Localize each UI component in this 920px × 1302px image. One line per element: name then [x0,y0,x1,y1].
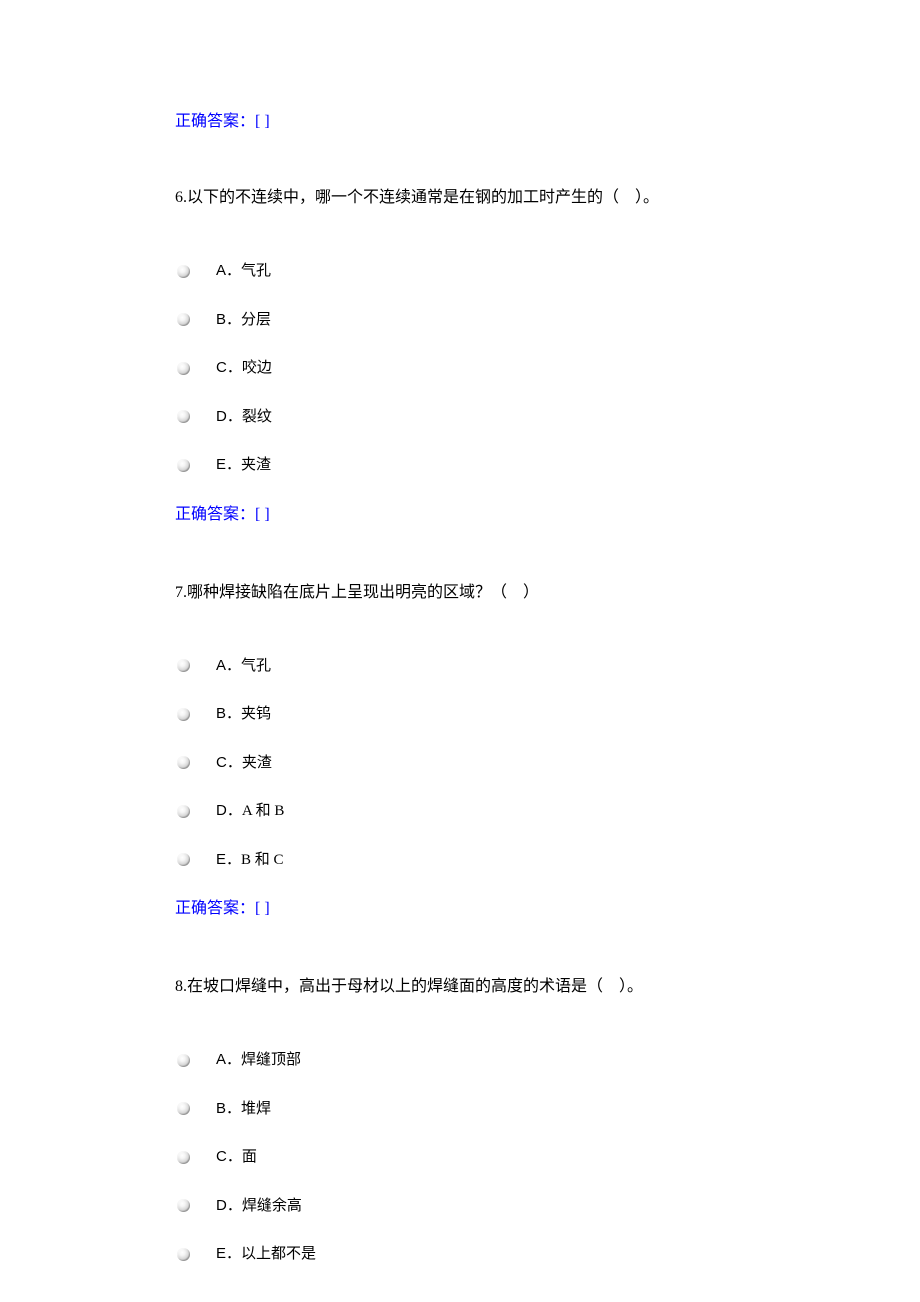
radio-icon[interactable] [177,265,190,278]
question-7-option-e[interactable]: E．B 和 C [175,849,745,872]
answer-line-6: 正确答案：[ ] [175,503,745,527]
question-8-option-d[interactable]: D．焊缝余高 [175,1195,745,1218]
question-7-option-c[interactable]: C．夹渣 [175,752,745,775]
radio-icon[interactable] [177,1054,190,1067]
question-7-option-b[interactable]: B．夹钨 [175,703,745,726]
radio-icon[interactable] [177,708,190,721]
option-label: D．焊缝余高 [216,1195,302,1218]
answer-line-5: 正确答案：[ ] [175,110,745,134]
option-label: A．焊缝顶部 [216,1049,301,1072]
option-label: E．夹渣 [216,454,271,477]
option-label: C．咬边 [216,357,272,380]
option-label: B．分层 [216,309,271,332]
option-label: E．B 和 C [216,849,284,872]
option-label: D．裂纹 [216,406,272,429]
question-6-option-b[interactable]: B．分层 [175,309,745,332]
radio-icon[interactable] [177,1248,190,1261]
answer-line-7: 正确答案：[ ] [175,897,745,921]
radio-icon[interactable] [177,459,190,472]
question-6-text: 6.以下的不连续中，哪一个不连续通常是在钢的加工时产生的（ ）。 [175,186,745,210]
option-label: B．夹钨 [216,703,271,726]
question-8: 8.在坡口焊缝中，高出于母材以上的焊缝面的高度的术语是（ ）。 A．焊缝顶部 B… [175,975,745,1266]
radio-icon[interactable] [177,313,190,326]
radio-icon[interactable] [177,1199,190,1212]
question-7-option-d[interactable]: D．A 和 B [175,800,745,823]
question-6-option-a[interactable]: A．气孔 [175,260,745,283]
radio-icon[interactable] [177,659,190,672]
radio-icon[interactable] [177,1151,190,1164]
question-6-option-c[interactable]: C．咬边 [175,357,745,380]
question-7: 7.哪种焊接缺陷在底片上呈现出明亮的区域？（ ） A．气孔 B．夹钨 C．夹渣 … [175,581,745,922]
option-label: A．气孔 [216,655,271,678]
question-8-option-b[interactable]: B．堆焊 [175,1098,745,1121]
radio-icon[interactable] [177,805,190,818]
question-7-option-a[interactable]: A．气孔 [175,655,745,678]
radio-icon[interactable] [177,362,190,375]
option-label: C．夹渣 [216,752,272,775]
option-label: D．A 和 B [216,800,284,823]
question-7-text: 7.哪种焊接缺陷在底片上呈现出明亮的区域？（ ） [175,581,745,605]
option-label: E．以上都不是 [216,1243,316,1266]
question-8-option-a[interactable]: A．焊缝顶部 [175,1049,745,1072]
question-6-option-d[interactable]: D．裂纹 [175,406,745,429]
question-8-text: 8.在坡口焊缝中，高出于母材以上的焊缝面的高度的术语是（ ）。 [175,975,745,999]
question-6-option-e[interactable]: E．夹渣 [175,454,745,477]
radio-icon[interactable] [177,853,190,866]
option-label: A．气孔 [216,260,271,283]
question-6: 6.以下的不连续中，哪一个不连续通常是在钢的加工时产生的（ ）。 A．气孔 B．… [175,186,745,527]
radio-icon[interactable] [177,1102,190,1115]
radio-icon[interactable] [177,410,190,423]
question-8-option-c[interactable]: C．面 [175,1146,745,1169]
radio-icon[interactable] [177,756,190,769]
question-8-option-e[interactable]: E．以上都不是 [175,1243,745,1266]
option-label: C．面 [216,1146,257,1169]
option-label: B．堆焊 [216,1098,271,1121]
